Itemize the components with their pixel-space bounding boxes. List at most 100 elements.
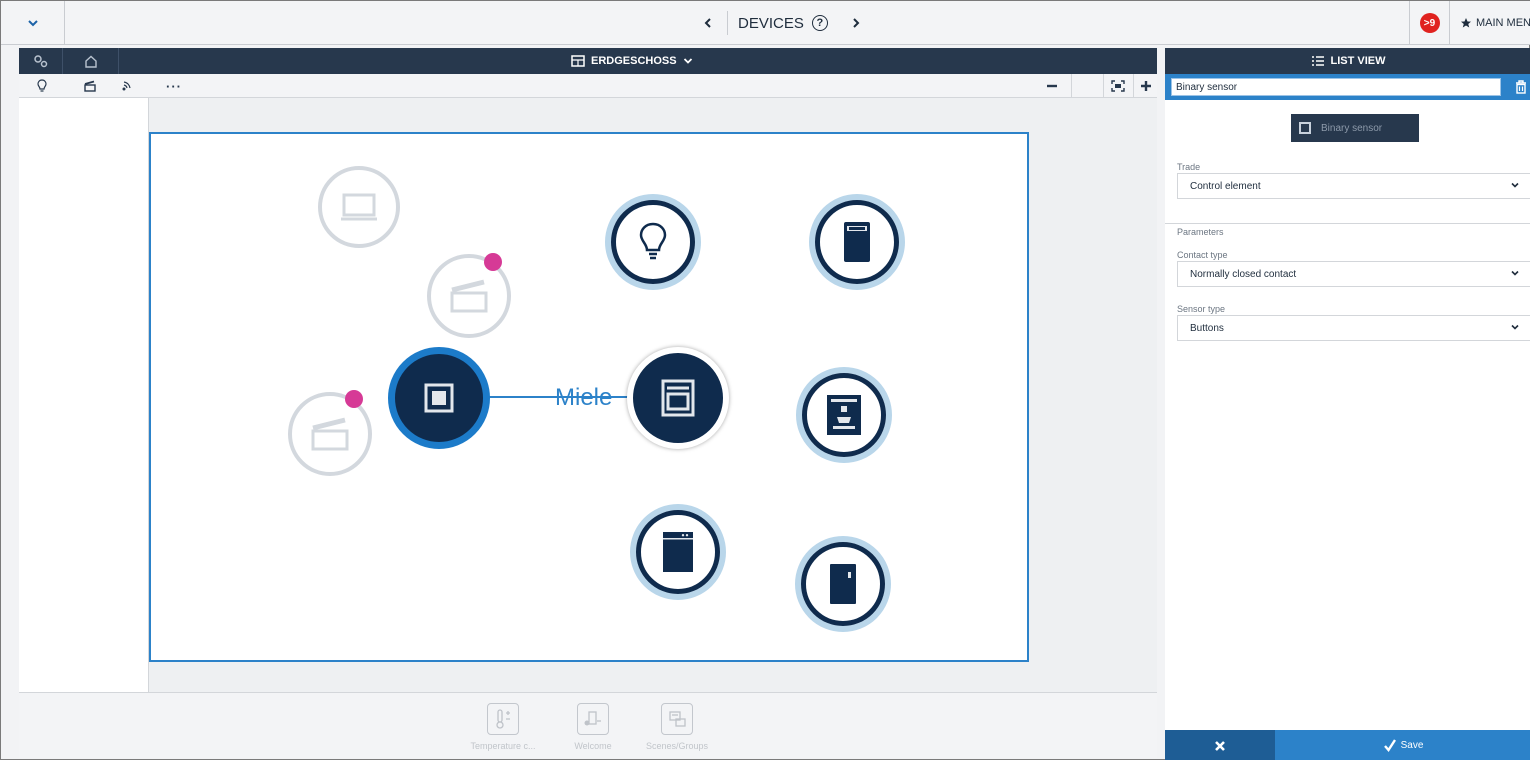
- list-view-label: LIST VIEW: [1330, 55, 1386, 67]
- device-list-panel: [19, 98, 149, 692]
- save-button[interactable]: Save: [1275, 730, 1530, 760]
- device-type-button[interactable]: Binary sensor: [1291, 114, 1419, 142]
- scene-icon: [84, 80, 96, 92]
- more-icon: ···: [166, 78, 182, 94]
- device-lightbulb[interactable]: [605, 194, 701, 290]
- divider: [1165, 223, 1530, 224]
- gear-icon: [33, 55, 47, 68]
- lightbulb-icon: [37, 79, 47, 92]
- dishwasher-icon: [663, 532, 693, 572]
- notifications-button[interactable]: >9: [1409, 1, 1449, 45]
- delete-device-button[interactable]: [1511, 74, 1530, 100]
- sensor-type-label: Sensor type: [1177, 304, 1226, 314]
- star-icon: [1461, 18, 1471, 28]
- home-tab[interactable]: [63, 48, 119, 74]
- trade-label: Trade: [1177, 162, 1201, 172]
- contact-type-select[interactable]: Normally closed contact: [1177, 261, 1530, 287]
- chevron-down-icon: [27, 20, 38, 27]
- chevron-down-icon: [1511, 270, 1519, 276]
- binary-sensor-icon: [424, 383, 454, 413]
- device-fridge[interactable]: [809, 194, 905, 290]
- help-icon[interactable]: ?: [811, 15, 828, 31]
- device-binary-sensor-selected[interactable]: [388, 347, 490, 449]
- device-display-faded[interactable]: [318, 166, 400, 248]
- alert-indicator: [484, 253, 502, 271]
- device-type-label: Binary sensor: [1321, 122, 1383, 134]
- device-miele-oven[interactable]: [627, 347, 729, 449]
- device-dishwasher-inner: [636, 510, 720, 594]
- floor-toolbar: ···: [19, 74, 1157, 98]
- floor-header: ERDGESCHOSS: [19, 48, 1157, 74]
- alert-indicator: [345, 390, 363, 408]
- zoom-in-icon: [1141, 81, 1151, 91]
- lights-filter-button[interactable]: [29, 74, 55, 98]
- sensor-type-value: Buttons: [1190, 322, 1224, 334]
- zoom-in-button[interactable]: [1133, 74, 1159, 98]
- scenes-groups-label: Scenes/Groups: [645, 741, 709, 751]
- scene-icon: [450, 279, 488, 313]
- scene-icon: [311, 417, 349, 451]
- chevron-down-icon: [1511, 324, 1519, 330]
- device-coffee-machine[interactable]: [796, 367, 892, 463]
- device-dishwasher[interactable]: [630, 504, 726, 600]
- trash-icon: [1516, 80, 1526, 94]
- device-fridge-inner: [815, 200, 899, 284]
- list-view-toggle[interactable]: LIST VIEW: [1165, 48, 1530, 74]
- close-icon: [1215, 740, 1225, 751]
- welcome-button[interactable]: Welcome: [551, 693, 635, 759]
- temperature-control-button[interactable]: Temperature c...: [461, 693, 545, 759]
- divider: [1103, 74, 1104, 98]
- device-freezer[interactable]: [795, 536, 891, 632]
- scenes-icon: [661, 703, 693, 735]
- save-label: Save: [1400, 740, 1424, 751]
- parameters-label: Parameters: [1177, 227, 1224, 237]
- more-filters-button[interactable]: ···: [161, 74, 187, 98]
- fit-screen-icon: [1111, 80, 1125, 92]
- trade-select[interactable]: Control element: [1177, 173, 1530, 199]
- app-window: DEVICES ? >9 MAIN MEN ERDGESCHOSS ··· Mi…: [0, 0, 1530, 760]
- checkmark-icon: [1383, 738, 1396, 752]
- floor-plan: Miele: [149, 132, 1029, 662]
- device-lightbulb-inner: [611, 200, 695, 284]
- main-menu-button[interactable]: MAIN MEN: [1449, 1, 1530, 45]
- main-menu-label: MAIN MEN: [1476, 17, 1530, 29]
- freezer-icon: [830, 564, 856, 604]
- remote-icon: [122, 81, 131, 91]
- thermometer-icon: [487, 703, 519, 735]
- scenes-filter-button[interactable]: [77, 74, 103, 98]
- cancel-button[interactable]: [1165, 730, 1275, 760]
- notification-badge: >9: [1419, 13, 1440, 33]
- contact-type-label: Contact type: [1177, 250, 1228, 260]
- binary-sensor-icon: [1299, 122, 1311, 134]
- previous-page-button[interactable]: [691, 1, 725, 45]
- floor-selector[interactable]: ERDGESCHOSS: [571, 48, 693, 74]
- fit-screen-button[interactable]: [1105, 74, 1131, 98]
- divider: [727, 11, 728, 35]
- chevron-down-icon: [683, 58, 692, 64]
- collapse-button[interactable]: [1, 1, 65, 45]
- devices-settings-tab[interactable]: [19, 48, 63, 74]
- home-icon: [84, 55, 97, 68]
- device-properties-panel: Binary sensor Trade Control element Para…: [1165, 74, 1530, 730]
- page-title: DEVICES: [738, 14, 804, 32]
- zoom-out-button[interactable]: [1039, 74, 1065, 98]
- sensor-type-select[interactable]: Buttons: [1177, 315, 1530, 341]
- lightbulb-icon: [639, 222, 667, 260]
- welcome-icon: [577, 703, 609, 735]
- divider: [1071, 74, 1072, 98]
- top-bar: DEVICES ? >9 MAIN MEN: [1, 1, 1530, 45]
- oven-icon: [661, 379, 695, 417]
- device-name-input[interactable]: [1171, 78, 1501, 96]
- coffee-machine-icon: [827, 395, 861, 435]
- device-freezer-inner: [801, 542, 885, 626]
- floor-title: ERDGESCHOSS: [591, 55, 677, 67]
- trade-value: Control element: [1190, 180, 1261, 192]
- chevron-right-icon: [853, 18, 860, 28]
- scenes-groups-button[interactable]: Scenes/Groups: [635, 693, 719, 759]
- next-page-button[interactable]: [839, 1, 873, 45]
- floor-canvas: Miele: [149, 98, 1157, 692]
- floor-plan-icon: [571, 55, 585, 67]
- zoom-out-icon: [1047, 84, 1057, 88]
- remote-filter-button[interactable]: [115, 74, 141, 98]
- device-name-row: [1165, 74, 1530, 100]
